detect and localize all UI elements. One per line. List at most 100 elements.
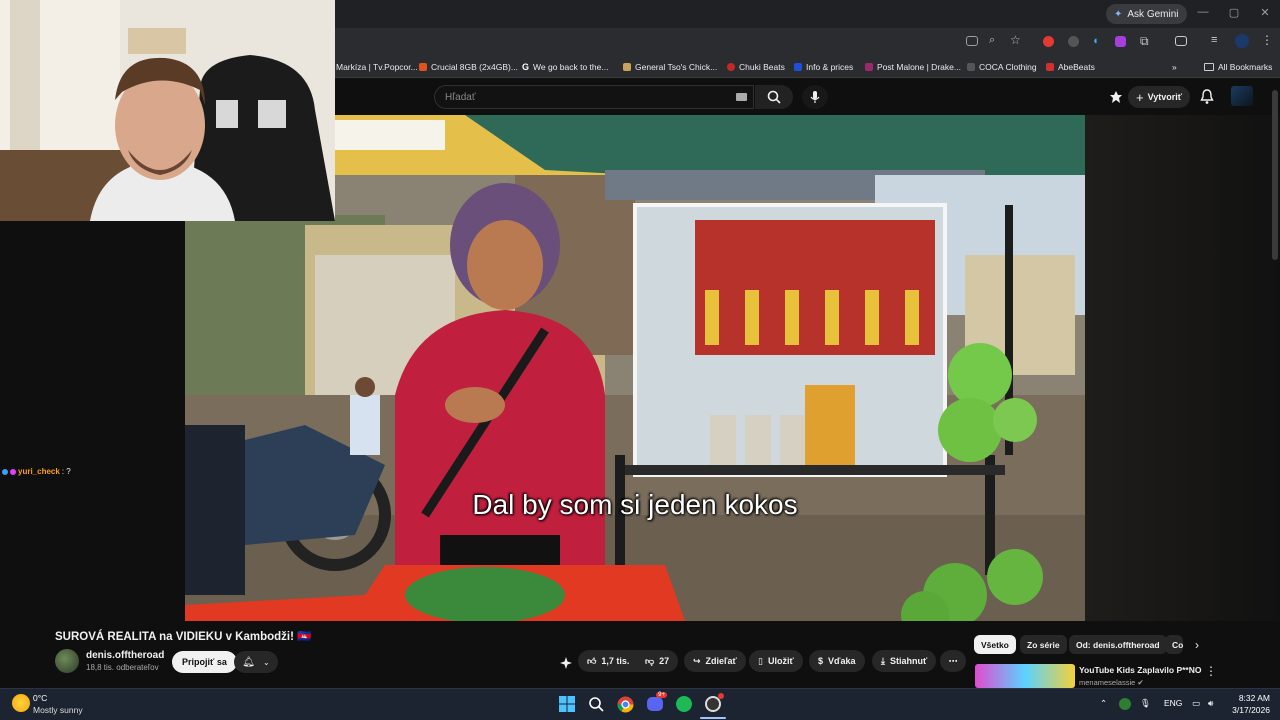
- chip-label: Co: [1172, 639, 1183, 650]
- channel-name[interactable]: denis.offtheroad: [86, 650, 164, 661]
- chat-badge-icon: [10, 468, 16, 475]
- bookmark-label: Crucial 8GB (2x4GB)...: [431, 62, 518, 72]
- chat-badge-icon: [2, 468, 8, 475]
- recommendation-channel: menameselassie ✔: [1079, 678, 1144, 687]
- bookmark-label: Post Malone | Drake...: [877, 62, 961, 72]
- media-controls-icon[interactable]: ≡: [1211, 34, 1225, 48]
- chat-username: yuri_check: [18, 467, 60, 476]
- save-button[interactable]: ▯ Uložiť: [749, 650, 803, 672]
- chip-more[interactable]: Co: [1165, 635, 1183, 654]
- bookmark-favicon: [1046, 63, 1054, 71]
- recommendation-thumbnail[interactable]: [975, 664, 1075, 688]
- network-icon[interactable]: ▭: [1192, 698, 1200, 709]
- all-bookmarks-button[interactable]: All Bookmarks: [1204, 60, 1272, 74]
- voice-search-button[interactable]: [802, 85, 828, 109]
- chip-label: Od: denis.offtheroad: [1076, 639, 1160, 650]
- taskbar-search-icon[interactable]: [586, 694, 606, 714]
- search-input[interactable]: Hľadať: [434, 85, 754, 109]
- profile-avatar-icon[interactable]: [1235, 34, 1249, 48]
- account-avatar[interactable]: [1231, 86, 1253, 106]
- gemini-icon: ✦: [1114, 8, 1123, 20]
- install-app-icon[interactable]: [966, 36, 978, 46]
- download-button[interactable]: ⤓ Stiahnuť: [872, 650, 937, 672]
- tray-chevron-up-icon[interactable]: ⌃: [1100, 698, 1107, 709]
- extension-audio-icon[interactable]: ◖: [1092, 35, 1106, 49]
- save-label: Uložiť: [767, 656, 794, 666]
- volume-icon[interactable]: 🔊︎: [1208, 698, 1213, 709]
- tray-microphone-icon[interactable]: 🎙︎: [1140, 698, 1151, 709]
- create-button[interactable]: + Vytvoriť: [1128, 86, 1191, 108]
- chevron-right-icon[interactable]: ›: [1195, 638, 1199, 652]
- bookmark-item[interactable]: Post Malone | Drake...: [865, 60, 961, 74]
- chip-label: Zo série: [1027, 639, 1060, 650]
- side-panel-icon[interactable]: [1175, 36, 1187, 46]
- ask-gemini-button[interactable]: ✦ Ask Gemini: [1106, 4, 1187, 24]
- tray-app-icon[interactable]: [1119, 698, 1131, 710]
- microphone-icon: [810, 91, 820, 103]
- browser-menu-icon[interactable]: ⋮: [1261, 33, 1275, 47]
- bookmark-item[interactable]: COCA Clothing: [967, 60, 1037, 74]
- bookmark-item[interactable]: Info & prices: [794, 60, 853, 74]
- bookmark-label: Chuki Beats: [739, 62, 785, 72]
- chat-overlay-area: [0, 221, 185, 621]
- channel-avatar[interactable]: [55, 649, 79, 673]
- like-count: 1,7 tis.: [601, 656, 630, 666]
- more-actions-button[interactable]: ⋯: [940, 650, 966, 672]
- chip-all[interactable]: Všetko: [974, 635, 1016, 654]
- thanks-button[interactable]: $ Vďaka: [809, 650, 865, 672]
- obs-icon[interactable]: [703, 693, 724, 714]
- chrome-icon[interactable]: [615, 694, 635, 714]
- chip-from-channel[interactable]: Od: denis.offtheroad: [1069, 635, 1167, 654]
- share-label: Zdieľať: [705, 656, 737, 666]
- extensions-puzzle-icon[interactable]: ⧉: [1140, 34, 1154, 48]
- extension-purple-icon[interactable]: [1115, 36, 1126, 47]
- bookmark-item[interactable]: Markíza | Tv.Popcor...: [336, 60, 418, 74]
- weather-temperature[interactable]: 0°C: [33, 693, 47, 703]
- bookmarks-overflow-icon[interactable]: »: [1172, 60, 1177, 74]
- bookmark-item[interactable]: AbeBeats: [1046, 60, 1095, 74]
- weather-description[interactable]: Mostly sunny: [33, 705, 83, 715]
- recommendation-menu-icon[interactable]: ⋮: [1205, 664, 1217, 678]
- ask-gemini-label: Ask Gemini: [1127, 8, 1179, 20]
- zoom-icon[interactable]: ⌕: [989, 34, 1003, 48]
- discord-icon[interactable]: 9+: [645, 692, 667, 714]
- clock[interactable]: 8:32 AM 3/17/2026: [1226, 692, 1270, 716]
- page-scrollbar[interactable]: [1272, 90, 1278, 260]
- studio-icon[interactable]: [1109, 90, 1123, 104]
- minimize-icon[interactable]: —: [1194, 6, 1212, 18]
- bookmark-item[interactable]: General Tso's Chick...: [623, 60, 717, 74]
- recommendation-title[interactable]: YouTube Kids Zaplavilo P**NO: [1079, 665, 1201, 675]
- chip-label: Všetko: [981, 639, 1009, 650]
- bookmark-label: We go back to the...: [533, 62, 609, 72]
- chip-series[interactable]: Zo série: [1020, 635, 1067, 654]
- spotify-icon[interactable]: [674, 694, 694, 714]
- chat-message: yuri_check : ?: [2, 467, 71, 476]
- download-label: Stiahnuť: [889, 656, 928, 666]
- bookmark-item[interactable]: Chuki Beats: [727, 60, 785, 74]
- subscription-bell-button[interactable]: 🔔︎ ⌄: [234, 651, 278, 673]
- bookmark-item[interactable]: Crucial 8GB (2x4GB)...: [419, 60, 518, 74]
- language-indicator[interactable]: ENG: [1164, 698, 1182, 708]
- close-icon[interactable]: ✕: [1256, 6, 1274, 19]
- share-icon: ↪: [693, 655, 701, 666]
- share-button[interactable]: ↪ Zdieľať: [684, 650, 746, 672]
- extension-grey-icon[interactable]: [1068, 36, 1079, 47]
- like-button[interactable]: 👍︎ 1,7 tis.: [578, 650, 640, 672]
- extension-red-icon[interactable]: [1043, 36, 1054, 47]
- keyboard-icon[interactable]: [736, 93, 747, 101]
- webcam-overlay: [0, 0, 335, 221]
- all-bookmarks-label: All Bookmarks: [1218, 62, 1273, 72]
- bookmark-item[interactable]: G We go back to the...: [522, 60, 608, 74]
- maximize-icon[interactable]: ▢: [1225, 6, 1243, 19]
- bookmark-label: General Tso's Chick...: [635, 62, 718, 72]
- sparkle-icon[interactable]: [560, 656, 572, 669]
- weather-icon[interactable]: [12, 694, 30, 712]
- join-button[interactable]: Pripojiť sa: [172, 651, 237, 673]
- start-icon[interactable]: [557, 694, 577, 714]
- bookmark-favicon: [967, 63, 975, 71]
- dislike-button[interactable]: 👎︎ 27: [636, 650, 679, 672]
- plus-icon: +: [1136, 89, 1144, 105]
- bookmark-star-icon[interactable]: ☆: [1010, 33, 1024, 47]
- notifications-bell-icon[interactable]: [1200, 89, 1214, 105]
- search-button[interactable]: [755, 85, 793, 109]
